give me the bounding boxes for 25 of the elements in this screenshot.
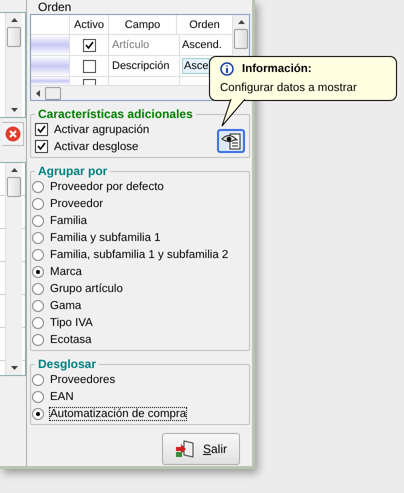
option-label: Familia <box>50 214 88 226</box>
option-label: Automatización de compra <box>50 408 186 420</box>
table-cell: Ascend. <box>182 39 222 51</box>
option-label: Proveedores <box>50 374 116 386</box>
table-cell: Asce <box>182 58 210 74</box>
group-title: Orden <box>37 0 72 14</box>
option-label: Ecotasa <box>50 334 92 346</box>
option-label: Tipo IVA <box>50 316 93 328</box>
table-cell: Descripción <box>112 60 170 72</box>
option-label: Grupo artículo <box>50 282 123 294</box>
tooltip-title: Información: <box>242 63 312 75</box>
group-title: Características adicionales <box>37 107 194 121</box>
option-label: Gama <box>50 300 82 312</box>
option-label: Activar agrupación <box>54 124 150 136</box>
option-label: Marca <box>50 266 82 278</box>
group-title: Desglosar <box>37 357 98 371</box>
table-cell: Artículo <box>112 39 150 51</box>
option-label: Familia y subfamilia 1 <box>50 232 161 244</box>
group-title: Agrupar por <box>37 164 108 178</box>
option-label: Proveedor por defecto <box>50 180 164 192</box>
option-label: Familia, subfamilia 1 y subfamilia 2 <box>50 248 228 260</box>
option-label: EAN <box>50 390 74 402</box>
option-label: Activar desglose <box>54 140 138 152</box>
tooltip-text: Configurar datos a mostrar <box>220 82 358 94</box>
option-label: Proveedor <box>50 198 104 210</box>
